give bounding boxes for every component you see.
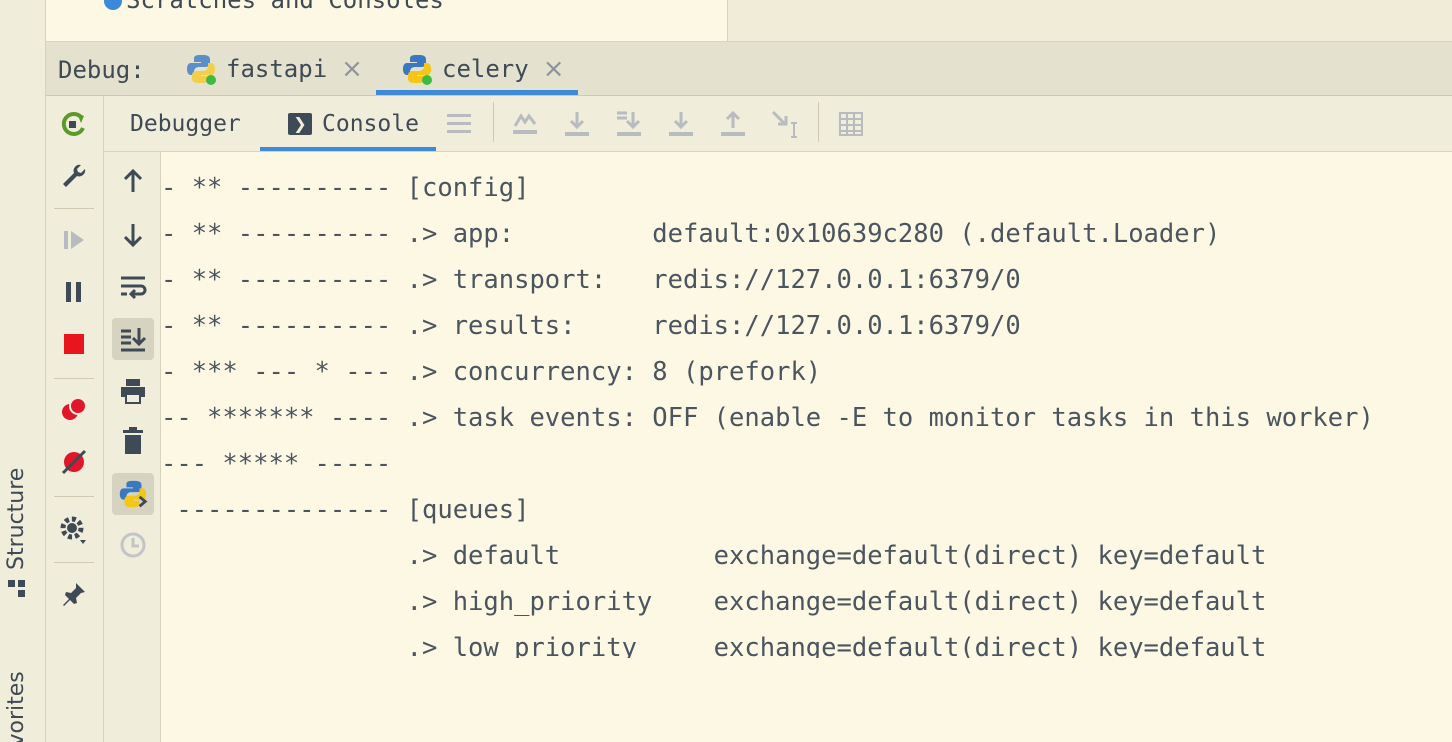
tab-debugger-label: Debugger	[130, 111, 241, 137]
favorites-tool-tab[interactable]: avorites	[4, 671, 29, 742]
tab-console[interactable]: ❯ Console	[260, 96, 436, 152]
structure-tab-label: Structure	[4, 467, 29, 570]
debugger-console-tabs: Debugger ❯ Console	[104, 96, 1452, 152]
console-line: - ** ---------- .> app: default:0x10639c…	[161, 219, 1221, 249]
console-toolbar	[104, 152, 161, 742]
resume-icon[interactable]	[58, 224, 90, 256]
active-tab-indicator	[376, 90, 578, 95]
tab-celery[interactable]: celery ×	[376, 42, 578, 96]
settings-icon[interactable]	[58, 514, 90, 546]
console-line: .> default exchange=default(direct) key=…	[161, 541, 1267, 571]
rerun-icon[interactable]	[58, 108, 90, 140]
history-icon[interactable]	[112, 524, 154, 566]
console-line: -- ******* ---- .> task events: OFF (ena…	[161, 403, 1374, 433]
tab-console-label: Console	[322, 111, 419, 137]
python-console-icon[interactable]	[112, 473, 154, 515]
console-line: - ** ---------- .> transport: redis://12…	[161, 265, 1021, 295]
toolbar-separator	[54, 378, 94, 379]
console-line: - ** ---------- [config]	[161, 173, 530, 203]
mute-breakpoints-icon[interactable]	[58, 446, 90, 478]
python-icon	[403, 55, 432, 85]
tab-fastapi-label: fastapi	[226, 55, 328, 83]
pin-icon[interactable]	[58, 578, 90, 610]
console-line: .> low_priority exchange=default(direct)…	[161, 633, 1267, 658]
debug-tabs-header: Debug: fastapi × celery ×	[46, 42, 1452, 96]
arrow-up-icon[interactable]	[112, 160, 154, 202]
stop-icon[interactable]	[58, 328, 90, 360]
clear-all-icon[interactable]	[112, 420, 154, 462]
layout-menu-icon[interactable]	[444, 108, 474, 140]
arrow-down-icon[interactable]	[112, 214, 154, 256]
soft-wrap-icon[interactable]	[112, 266, 154, 308]
scroll-to-end-icon[interactable]	[112, 318, 154, 360]
structure-icon	[7, 580, 26, 598]
toolbar-separator	[54, 496, 94, 497]
print-icon[interactable]	[112, 370, 154, 412]
step-over-icon[interactable]	[562, 108, 592, 140]
close-icon[interactable]: ×	[341, 54, 363, 84]
python-icon	[187, 55, 216, 85]
tab-debugger[interactable]: Debugger	[130, 96, 241, 152]
run-to-cursor-icon[interactable]	[770, 108, 800, 140]
console-line: .> high_priority exchange=default(direct…	[161, 587, 1267, 617]
structure-tool-tab[interactable]: Structure	[4, 468, 29, 598]
step-into-my-code-icon[interactable]	[666, 108, 696, 140]
console-output[interactable]: - ** ---------- [config] - ** ----------…	[161, 152, 1452, 742]
editor-area-remnant: Scratches and Consoles	[46, 0, 1452, 42]
view-breakpoints-icon[interactable]	[58, 394, 90, 426]
toolbar-separator	[54, 208, 94, 209]
toolbar-separator	[493, 102, 494, 142]
evaluate-expression-icon[interactable]	[836, 108, 866, 140]
wrench-icon[interactable]	[58, 160, 90, 192]
favorites-tab-label: avorites	[4, 671, 29, 742]
console-line: - *** --- * --- .> concurrency: 8 (prefo…	[161, 357, 822, 387]
tab-fastapi[interactable]: fastapi ×	[176, 42, 371, 96]
toolbar-separator	[54, 562, 94, 563]
debug-toolbar	[46, 96, 104, 742]
console-icon: ❯	[288, 113, 312, 135]
console-line: -------------- [queues]	[161, 495, 530, 525]
console-line: - ** ---------- .> results: redis://127.…	[161, 311, 1021, 341]
step-out-icon[interactable]	[718, 108, 748, 140]
toolbar-separator	[818, 102, 819, 142]
debug-label: Debug:	[58, 56, 145, 84]
close-icon[interactable]: ×	[543, 54, 565, 84]
scratches-label[interactable]: Scratches and Consoles	[126, 0, 444, 14]
console-line: --- ***** -----	[161, 449, 392, 479]
active-subtab-indicator	[260, 147, 436, 151]
pause-icon[interactable]	[58, 276, 90, 308]
show-execution-point-icon[interactable]	[510, 108, 540, 140]
scratches-icon	[104, 0, 122, 10]
project-panel: Scratches and Consoles	[46, 0, 728, 41]
tab-celery-label: celery	[442, 55, 529, 83]
tool-window-strip: Structure avorites	[0, 0, 46, 742]
step-into-icon[interactable]	[614, 108, 644, 140]
